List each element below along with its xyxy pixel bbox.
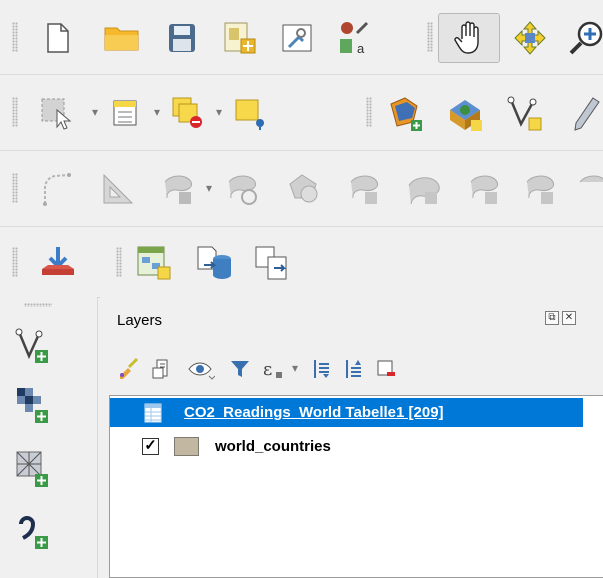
add-group-icon[interactable] [148, 355, 176, 383]
remove-layer-icon[interactable] [372, 355, 400, 383]
float-panel-button[interactable]: ⧉ [545, 311, 559, 325]
toolbar-grip[interactable] [12, 247, 18, 277]
expand-all-icon[interactable] [308, 355, 336, 383]
close-panel-button[interactable]: ✕ [562, 311, 576, 325]
reshape-features-icon[interactable] [158, 169, 198, 209]
delete-part-icon[interactable] [464, 169, 504, 209]
add-triangle-icon[interactable] [98, 169, 138, 209]
layer-tree: CO2_Readings_World Tabelle1 [209] ✓ worl… [109, 395, 603, 578]
export-from-db-icon[interactable] [250, 241, 294, 285]
split-parts-icon[interactable] [576, 169, 603, 209]
zoom-in-icon[interactable] [566, 18, 603, 58]
add-circular-string-icon[interactable] [36, 169, 76, 209]
layer-name: world_countries [215, 438, 331, 455]
style-layer-icon[interactable] [114, 355, 142, 383]
chevron-down-icon[interactable]: ▾ [154, 105, 160, 119]
collapse-all-icon[interactable] [340, 355, 368, 383]
chevron-down-icon[interactable]: ▾ [216, 105, 222, 119]
polygon-symbol-swatch [174, 437, 199, 456]
split-icon[interactable] [520, 169, 560, 209]
pan-to-selection-icon[interactable] [510, 18, 550, 58]
deselect-all-icon[interactable] [168, 93, 208, 133]
open-project-icon[interactable] [100, 20, 144, 56]
open-attribute-table-icon[interactable] [106, 93, 146, 133]
delete-ring-icon[interactable] [404, 169, 444, 209]
add-vector-layer-icon[interactable] [384, 93, 426, 135]
processing-toolbox-icon[interactable] [132, 241, 176, 285]
toolbar-grip[interactable] [12, 22, 18, 52]
new-mesh-layer-icon[interactable] [12, 447, 52, 491]
select-features-icon[interactable] [36, 93, 76, 133]
select-by-value-icon[interactable] [230, 93, 270, 133]
add-raster-layer-icon[interactable] [444, 93, 486, 135]
layer-name: CO2_Readings_World Tabelle1 [209] [184, 404, 444, 421]
digitize-icon[interactable] [566, 93, 603, 135]
svg-text:ε: ε [263, 359, 272, 380]
chevron-down-icon[interactable]: ▾ [292, 361, 298, 375]
show-layout-manager-icon[interactable] [278, 18, 318, 58]
layer-row-co2-readings[interactable]: CO2_Readings_World Tabelle1 [209] [110, 398, 583, 427]
filter-legend-icon[interactable] [226, 355, 254, 383]
new-shapefile-layer-icon[interactable] [12, 323, 52, 367]
chevron-down-icon[interactable]: ▾ [206, 181, 212, 195]
data-source-toolbar [0, 297, 98, 578]
db-manager-icon[interactable] [36, 241, 80, 285]
manage-visibility-icon[interactable] [184, 355, 218, 383]
layers-toolbar: ε ▾ [114, 355, 534, 383]
toolbar-grip[interactable] [24, 303, 52, 307]
save-project-icon[interactable] [164, 20, 200, 56]
offset-curve-icon[interactable] [284, 169, 324, 209]
layer-row-world-countries[interactable]: ✓ world_countries [110, 432, 583, 461]
chevron-down-icon[interactable]: ▾ [92, 105, 98, 119]
new-geopackage-layer-icon[interactable] [504, 93, 546, 135]
database-toolbar [0, 227, 603, 298]
table-layer-icon [144, 403, 162, 423]
import-to-db-icon[interactable] [192, 241, 236, 285]
toolbar-grip[interactable] [12, 97, 18, 127]
svg-text:a: a [357, 41, 365, 56]
toolbar-grip[interactable] [366, 97, 372, 127]
new-temporary-layer-icon[interactable] [12, 509, 52, 553]
simplify-icon[interactable] [344, 169, 384, 209]
rotate-features-icon[interactable] [222, 169, 262, 209]
pan-map-icon[interactable] [438, 13, 500, 63]
layer-visibility-checkbox[interactable]: ✓ [142, 438, 159, 455]
new-project-icon[interactable] [40, 20, 76, 56]
selection-toolbar: ▾ ▾ ▾ [0, 75, 603, 151]
toolbar-grip[interactable] [116, 247, 122, 277]
new-raster-layer-icon[interactable] [12, 383, 52, 427]
file-toolbar: a [0, 0, 603, 75]
panel-title: Layers [117, 312, 163, 329]
toolbar-grip[interactable] [427, 22, 433, 52]
filter-expression-icon[interactable]: ε [260, 355, 288, 383]
new-print-layout-icon[interactable] [220, 18, 260, 58]
toolbar-grip[interactable] [12, 173, 18, 203]
advanced-digitizing-toolbar: ▾ [0, 151, 603, 227]
style-manager-icon[interactable]: a [334, 16, 374, 60]
layers-panel: Layers ⧉ ✕ ε ▾ CO2_Readings_World Tabell… [100, 297, 603, 578]
